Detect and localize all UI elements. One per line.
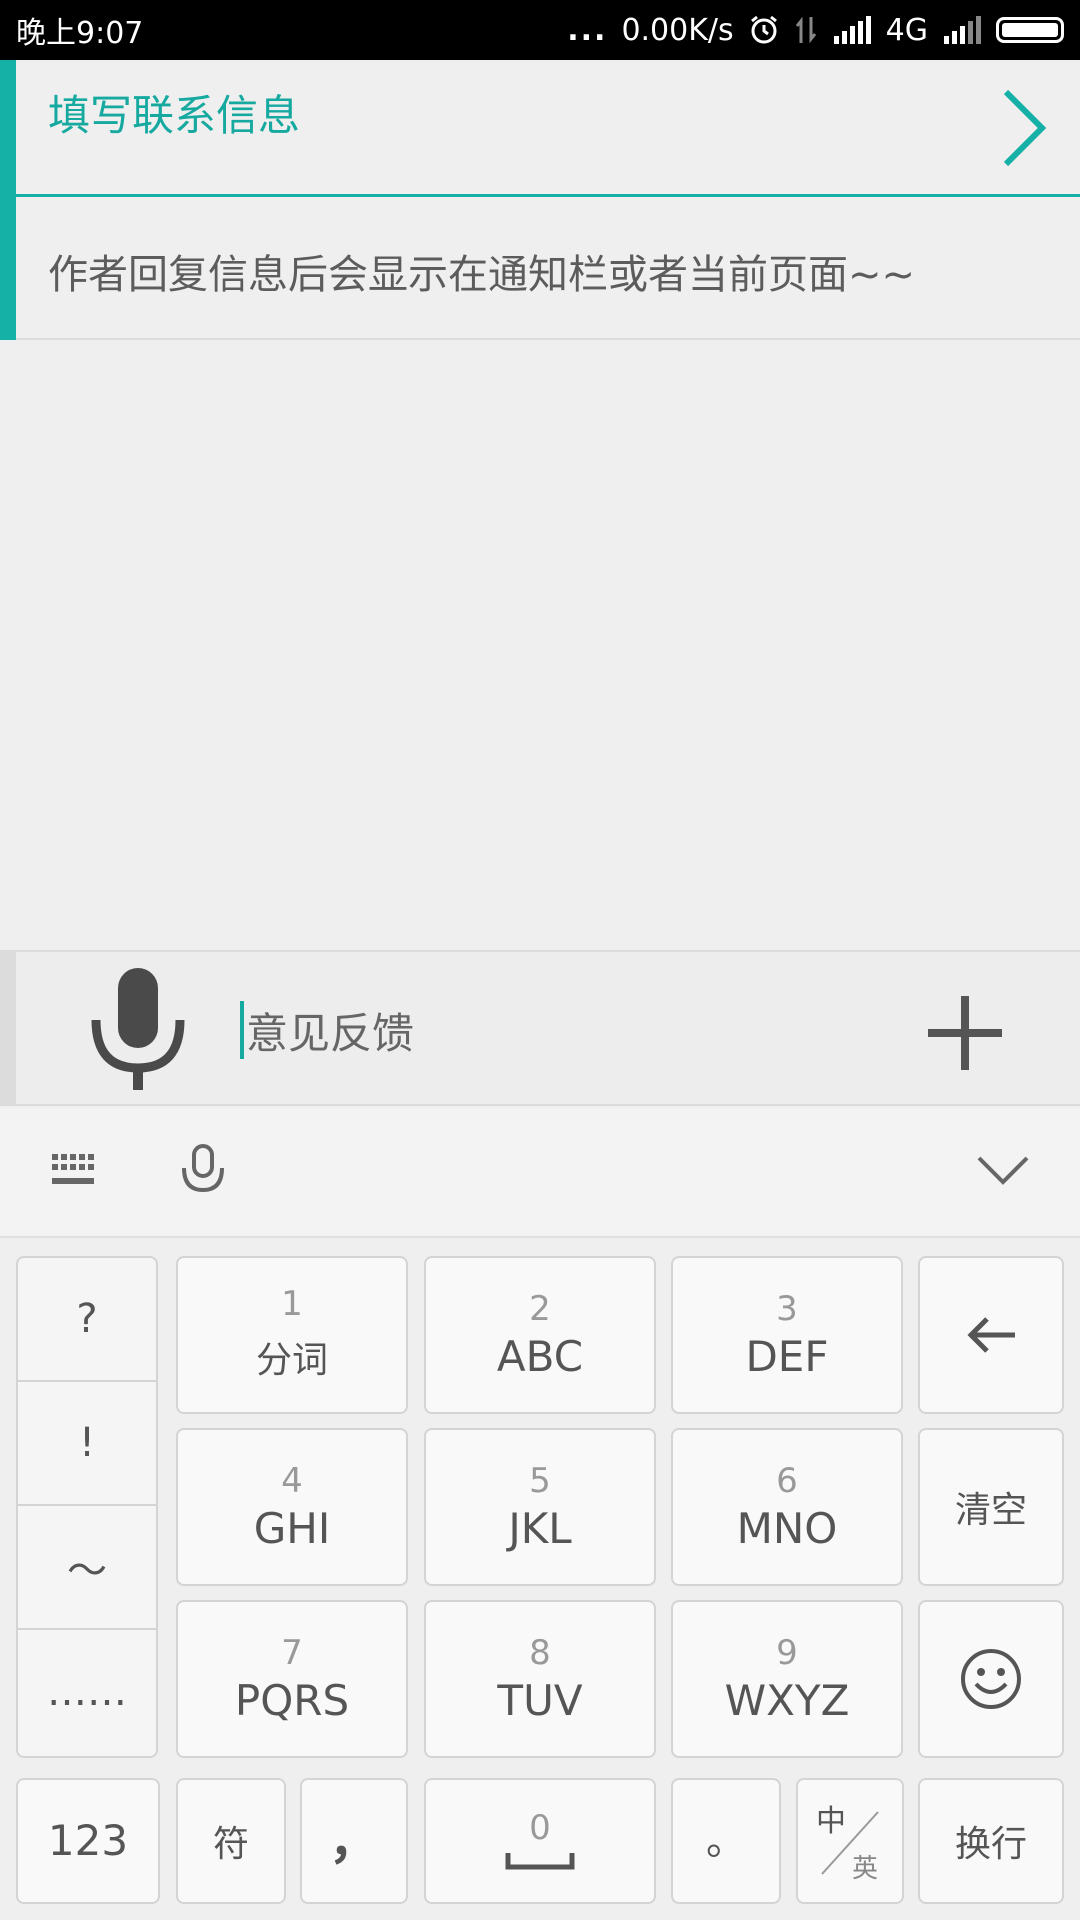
key-label: WXYZ bbox=[724, 1676, 850, 1725]
key-number: 5 bbox=[529, 1461, 551, 1501]
alarm-icon bbox=[748, 14, 780, 46]
key-1[interactable]: 1 分词 bbox=[176, 1256, 408, 1414]
divider bbox=[16, 194, 1080, 197]
key-label: ， bbox=[329, 1812, 379, 1870]
clear-key[interactable]: 清空 bbox=[918, 1428, 1064, 1586]
add-button[interactable] bbox=[928, 996, 1002, 1070]
comma-key[interactable]: ， bbox=[300, 1778, 408, 1904]
symbol-column: ? ! ～ …… bbox=[16, 1256, 158, 1758]
symbol-key[interactable]: ? bbox=[18, 1258, 156, 1382]
status-bar: 晚上9:07 ... 0.00K/s 4G bbox=[0, 0, 1080, 60]
symbol-key[interactable]: ～ bbox=[18, 1506, 156, 1630]
key-label: JKL bbox=[508, 1504, 572, 1553]
ime-keyboard: ? ! ～ …… 1 分词 2 ABC 3 DEF 4 GHI 5 JKL 6 … bbox=[0, 1238, 1080, 1920]
divider bbox=[16, 338, 1080, 340]
space-bar-icon bbox=[505, 1853, 575, 1870]
key-label: 换行 bbox=[954, 1824, 1027, 1865]
key-5[interactable]: 5 JKL bbox=[424, 1428, 656, 1586]
space-key[interactable]: 0 bbox=[424, 1778, 656, 1904]
keyboard-toolbar bbox=[0, 1108, 1080, 1238]
key-label: 分词 bbox=[255, 1340, 328, 1381]
microphone-icon[interactable] bbox=[178, 1144, 228, 1194]
key-3[interactable]: 3 DEF bbox=[671, 1256, 903, 1414]
contact-info-section[interactable]: 填写联系信息 作者回复信息后会显示在通知栏或者当前页面~~ bbox=[0, 60, 1080, 340]
emoji-key[interactable] bbox=[918, 1600, 1064, 1758]
key-2[interactable]: 2 ABC bbox=[424, 1256, 656, 1414]
data-transfer-icon bbox=[794, 15, 818, 45]
key-label: TUV bbox=[497, 1676, 583, 1725]
feedback-input-placeholder: 意见反馈 bbox=[246, 1008, 415, 1058]
key-number: 1 bbox=[281, 1284, 303, 1324]
key-9[interactable]: 9 WXYZ bbox=[671, 1600, 903, 1758]
symbols-key[interactable]: 符 bbox=[176, 1778, 286, 1904]
text-caret bbox=[240, 1001, 244, 1059]
language-switch-key[interactable]: 中 英 bbox=[796, 1778, 904, 1904]
battery-icon bbox=[996, 17, 1064, 43]
key-label: PQRS bbox=[234, 1676, 350, 1725]
reply-notice-text: 作者回复信息后会显示在通知栏或者当前页面~~ bbox=[48, 252, 916, 298]
key-label: GHI bbox=[253, 1504, 331, 1553]
period-key[interactable]: 。 bbox=[671, 1778, 781, 1904]
key-8[interactable]: 8 TUV bbox=[424, 1600, 656, 1758]
key-number: 4 bbox=[281, 1461, 303, 1501]
feedback-input-bar: 意见反馈 bbox=[0, 950, 1080, 1106]
key-label: MNO bbox=[736, 1504, 838, 1553]
chevron-right-icon[interactable] bbox=[1000, 88, 1050, 168]
network-speed: 0.00K/s bbox=[621, 12, 734, 48]
enter-key[interactable]: 换行 bbox=[918, 1778, 1064, 1904]
signal-icon-2 bbox=[942, 16, 982, 44]
key-number: 6 bbox=[776, 1461, 798, 1501]
contact-info-title[interactable]: 填写联系信息 bbox=[48, 82, 300, 143]
key-number: 7 bbox=[281, 1633, 303, 1673]
key-label: 符 bbox=[212, 1824, 249, 1865]
keyboard-layout-icon[interactable] bbox=[52, 1154, 96, 1188]
signal-icon bbox=[832, 16, 872, 44]
status-time: 晚上9:07 bbox=[16, 16, 144, 51]
chevron-down-icon[interactable] bbox=[976, 1154, 1030, 1188]
notification-dots: ... bbox=[567, 12, 608, 48]
backspace-arrow-icon bbox=[967, 1317, 1015, 1353]
key-label: 。 bbox=[706, 1818, 746, 1864]
key-7[interactable]: 7 PQRS bbox=[176, 1600, 408, 1758]
key-number: 3 bbox=[776, 1289, 798, 1329]
key-label: ABC bbox=[496, 1332, 584, 1381]
key-label: DEF bbox=[745, 1332, 829, 1381]
key-number: 9 bbox=[776, 1633, 798, 1673]
key-number: 2 bbox=[529, 1289, 551, 1329]
symbol-key[interactable]: ! bbox=[18, 1382, 156, 1506]
lang-english-label: 英 bbox=[852, 1854, 879, 1884]
key-label: 123 bbox=[47, 1816, 129, 1865]
symbol-key[interactable]: …… bbox=[18, 1630, 156, 1754]
numeric-mode-key[interactable]: 123 bbox=[16, 1778, 160, 1904]
backspace-key[interactable] bbox=[918, 1256, 1064, 1414]
network-type: 4G bbox=[885, 12, 928, 48]
feedback-input[interactable]: 意见反馈 bbox=[240, 1001, 415, 1059]
voice-input-button[interactable] bbox=[90, 968, 186, 1092]
smiley-icon bbox=[961, 1649, 1021, 1709]
key-6[interactable]: 6 MNO bbox=[671, 1428, 903, 1586]
input-bar-strip bbox=[0, 952, 16, 1104]
key-number: 0 bbox=[529, 1808, 551, 1848]
key-4[interactable]: 4 GHI bbox=[176, 1428, 408, 1586]
key-number: 8 bbox=[529, 1633, 551, 1673]
accent-bar bbox=[0, 60, 16, 340]
clear-key-label: 清空 bbox=[954, 1490, 1027, 1531]
